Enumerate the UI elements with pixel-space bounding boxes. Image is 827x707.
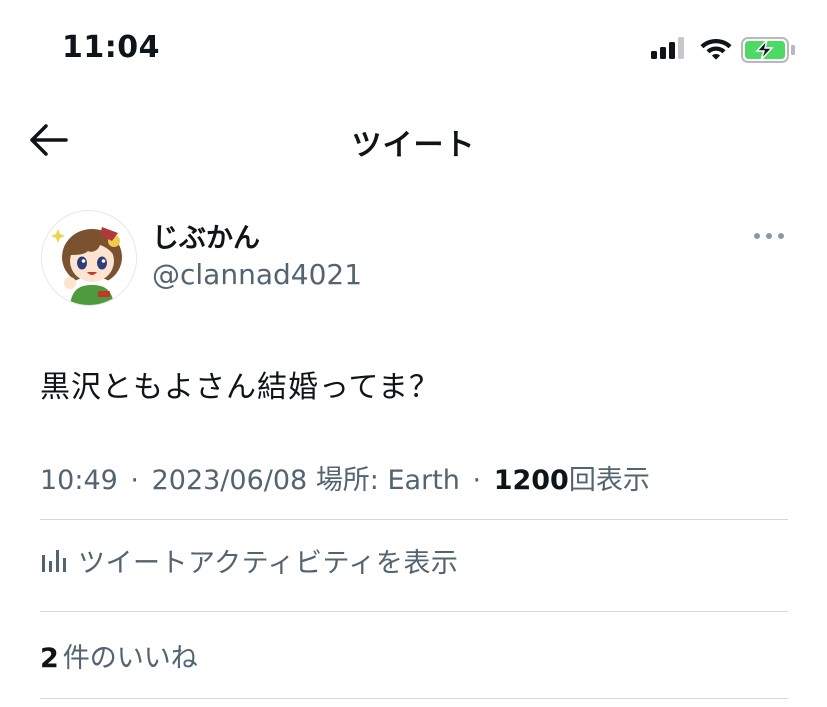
view-activity-button[interactable]: ツイートアクティビティを表示 [40, 540, 458, 580]
divider [40, 611, 788, 612]
signal-icon [651, 37, 687, 59]
views-count: 1200 [493, 465, 569, 496]
tweet-time[interactable]: 10:49 [40, 465, 118, 496]
author-display-name[interactable]: じぶかん [152, 216, 260, 255]
likes-summary[interactable]: 2 件のいいね [40, 636, 198, 675]
status-bar-time: 11:04 [62, 30, 160, 65]
tweet-meta: 10:49 · 2023/06/08 場所: Earth · 1200回表示 [40, 458, 650, 497]
meta-separator: · [130, 465, 139, 496]
divider [40, 519, 788, 520]
status-bar-icons [651, 33, 796, 65]
likes-count: 2 [40, 643, 59, 674]
view-activity-label: ツイートアクティビティを表示 [78, 547, 459, 579]
wifi-icon [700, 39, 732, 60]
tweet-header: ツイート [0, 100, 827, 180]
author-handle[interactable]: @clannad4021 [152, 258, 362, 291]
views-label: 回表示 [568, 465, 650, 496]
page-title: ツイート [351, 128, 476, 163]
meta-separator: · [472, 465, 482, 496]
more-horizontal-icon[interactable] [752, 228, 786, 244]
tweet-date[interactable]: 2023/06/08 [152, 465, 308, 496]
anime-girl-avatar [42, 211, 136, 305]
likes-label: 件のいいね [62, 643, 198, 674]
divider [40, 698, 788, 699]
bar-chart-icon [42, 550, 66, 572]
battery-charging-icon [741, 37, 795, 63]
tweet-text: 黒沢ともよさん結婚ってま？ [40, 370, 440, 405]
avatar[interactable] [41, 210, 137, 306]
tweet-location: 場所: Earth [315, 465, 460, 496]
